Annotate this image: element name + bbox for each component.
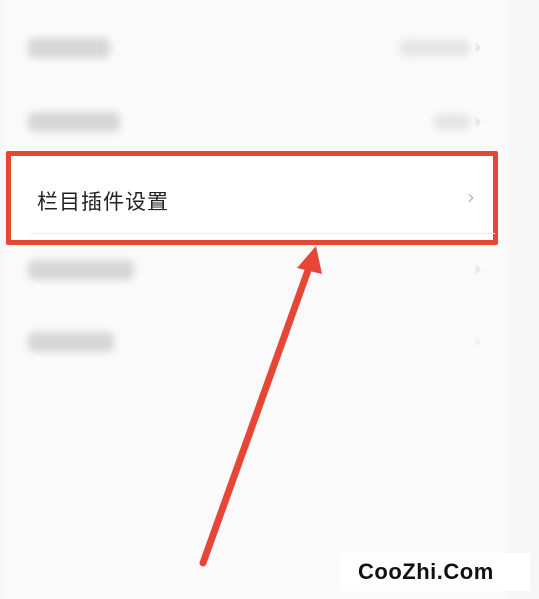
- arrow-shaft: [199, 258, 315, 567]
- settings-screen: › › 栏目插件设置 › › › CooZhi.Com: [0, 0, 539, 599]
- arrow-head: [297, 246, 322, 274]
- watermark-text: CooZhi.Com: [358, 559, 494, 584]
- watermark: CooZhi.Com: [340, 553, 530, 591]
- annotation-arrow: [199, 246, 322, 567]
